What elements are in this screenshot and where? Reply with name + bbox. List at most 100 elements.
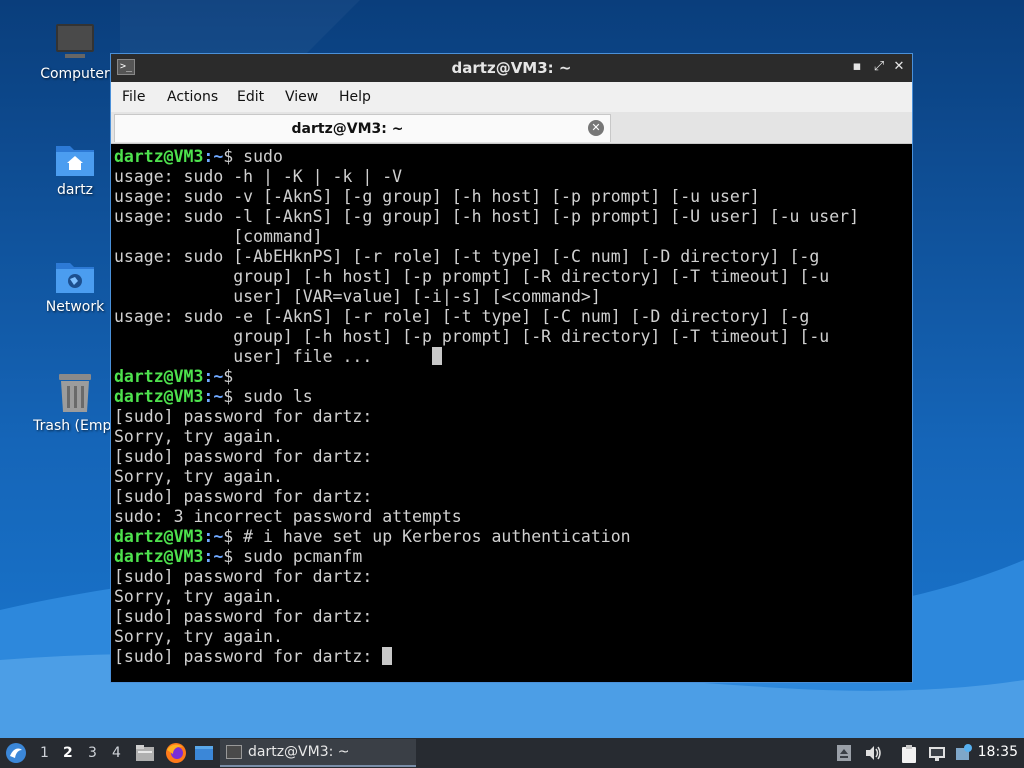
output-text: group] [-h host] [-p prompt] [-R directo… <box>114 267 830 286</box>
output-text: usage: sudo [-AbEHknPS] [-r role] [-t ty… <box>114 247 820 266</box>
window-titlebar[interactable]: >_ dartz@VM3: ~ ▪ ⤢ ✕ <box>111 54 912 82</box>
prompt-command: $ # i have set up Kerberos authenticatio… <box>223 527 631 546</box>
menu-file[interactable]: File <box>122 89 145 105</box>
terminal-output-line: sudo: 3 incorrect password attempts <box>114 507 912 527</box>
output-text: usage: sudo -e [-AknS] [-r role] [-t typ… <box>114 307 810 326</box>
workspace-3[interactable]: 3 <box>88 745 97 761</box>
terminal-output-line: [sudo] password for dartz: <box>114 447 912 467</box>
volume-icon[interactable] <box>864 744 882 762</box>
menu-help[interactable]: Help <box>339 89 371 105</box>
window-title: dartz@VM3: ~ <box>451 59 572 77</box>
prompt-path: :~ <box>203 147 224 166</box>
terminal-prompt-line: dartz@VM3:~$ sudo <box>114 147 912 167</box>
prompt-path: :~ <box>203 527 224 546</box>
home-folder-icon <box>56 146 94 176</box>
output-text: Sorry, try again. <box>114 627 283 646</box>
prompt-command: $ sudo pcmanfm <box>223 547 363 566</box>
prompt-path: :~ <box>203 547 224 566</box>
output-text: Sorry, try again. <box>114 427 283 446</box>
tab-bar: dartz@VM3: ~ ✕ <box>111 112 912 144</box>
prompt-path: :~ <box>203 367 224 386</box>
terminal-output-line: [command] <box>114 227 912 247</box>
terminal-prompt-line: dartz@VM3:~$ # i have set up Kerberos au… <box>114 527 912 547</box>
menu-edit[interactable]: Edit <box>237 89 264 105</box>
close-button[interactable]: ✕ <box>890 58 908 76</box>
output-text: [sudo] password for dartz: <box>114 487 373 506</box>
output-text: group] [-h host] [-p prompt] [-R directo… <box>114 327 830 346</box>
lubuntu-start-icon[interactable] <box>5 742 27 764</box>
prompt-command: $ <box>223 367 234 386</box>
terminal-prompt-line: dartz@VM3:~$ <box>114 367 912 387</box>
terminal-output-line: Sorry, try again. <box>114 467 912 487</box>
terminal-output-line: [sudo] password for dartz: <box>114 487 912 507</box>
output-text: [sudo] password for dartz: <box>114 607 373 626</box>
workspace-2[interactable]: 2 <box>63 745 73 761</box>
terminal-prompt-line: dartz@VM3:~$ sudo ls <box>114 387 912 407</box>
terminal-output-line: [sudo] password for dartz: <box>114 607 912 627</box>
terminal-output-line: user] [VAR=value] [-i|-s] [<command>] <box>114 287 912 307</box>
terminal-output[interactable]: dartz@VM3:~$ sudo usage: sudo -h | -K | -… <box>114 147 912 682</box>
output-text: [sudo] password for dartz: <box>114 647 383 666</box>
network-icon[interactable] <box>927 744 947 762</box>
terminal-output-line: [sudo] password for dartz: <box>114 567 912 587</box>
terminal-prompt-line: dartz@VM3:~$ sudo pcmanfm <box>114 547 912 567</box>
terminal-output-line: user] file ... <box>114 347 912 367</box>
show-desktop-icon[interactable] <box>194 744 214 762</box>
output-text: Sorry, try again. <box>114 467 283 486</box>
output-text: usage: sudo -v [-AknS] [-g group] [-h ho… <box>114 187 760 206</box>
prompt-command: $ sudo <box>223 147 283 166</box>
output-text: sudo: 3 incorrect password attempts <box>114 507 462 526</box>
text-cursor <box>382 647 393 665</box>
firefox-icon[interactable] <box>165 742 187 764</box>
clock: 18:35 <box>977 744 1018 760</box>
minimize-button[interactable]: ▪ <box>848 58 866 76</box>
output-text: [sudo] password for dartz: <box>114 447 373 466</box>
terminal-window[interactable]: >_ dartz@VM3: ~ ▪ ⤢ ✕ File Actions Edit … <box>110 53 913 683</box>
terminal-output-line: usage: sudo -v [-AknS] [-g group] [-h ho… <box>114 187 912 207</box>
maximize-button[interactable]: ⤢ <box>870 58 888 76</box>
eject-icon[interactable] <box>836 744 852 762</box>
taskbar-item-terminal[interactable]: dartz@VM3: ~ <box>220 739 416 767</box>
tab-terminal[interactable]: dartz@VM3: ~ ✕ <box>114 114 611 142</box>
terminal-icon <box>226 745 242 759</box>
clipboard-icon[interactable] <box>900 744 918 764</box>
menu-view[interactable]: View <box>285 89 318 105</box>
prompt-user: dartz@VM3 <box>114 547 204 566</box>
text-cursor <box>431 347 442 365</box>
desktop: Computer dartz Network Trash (Empt >_ da… <box>0 0 1024 738</box>
terminal-output-line: Sorry, try again. <box>114 427 912 447</box>
taskbar: 1 2 3 4 dartz@VM3: ~ 18:35 <box>0 738 1024 768</box>
terminal-output-line: usage: sudo -l [-AknS] [-g group] [-h ho… <box>114 207 912 227</box>
output-text: [sudo] password for dartz: <box>114 567 373 586</box>
terminal-output-line: Sorry, try again. <box>114 627 912 647</box>
file-manager-icon[interactable] <box>135 744 155 762</box>
prompt-user: dartz@VM3 <box>114 147 204 166</box>
terminal-output-line: group] [-h host] [-p prompt] [-R directo… <box>114 267 912 287</box>
prompt-user: dartz@VM3 <box>114 527 204 546</box>
prompt-command: $ sudo ls <box>223 387 313 406</box>
prompt-user: dartz@VM3 <box>114 387 204 406</box>
output-text: user] [VAR=value] [-i|-s] [<command>] <box>114 287 601 306</box>
output-text: [command] <box>114 227 323 246</box>
terminal-output-line: [sudo] password for dartz: <box>114 407 912 427</box>
workspace-1[interactable]: 1 <box>40 745 49 761</box>
tab-label: dartz@VM3: ~ <box>291 121 404 137</box>
output-text: Sorry, try again. <box>114 587 283 606</box>
terminal-output-line: [sudo] password for dartz: <box>114 647 912 667</box>
output-text: usage: sudo -l [-AknS] [-g group] [-h ho… <box>114 207 860 226</box>
terminal-output-line: usage: sudo -h | -K | -k | -V <box>114 167 912 187</box>
network-folder-icon <box>56 263 94 293</box>
prompt-path: :~ <box>203 387 224 406</box>
terminal-output-line: usage: sudo [-AbEHknPS] [-r role] [-t ty… <box>114 247 912 267</box>
taskbar-item-label: dartz@VM3: ~ <box>248 744 350 760</box>
workspace-4[interactable]: 4 <box>112 745 121 761</box>
prompt-user: dartz@VM3 <box>114 367 204 386</box>
tab-close-icon[interactable]: ✕ <box>588 120 604 136</box>
trash-icon <box>59 374 91 412</box>
update-notifier-icon[interactable] <box>954 744 972 762</box>
output-text: [sudo] password for dartz: <box>114 407 373 426</box>
menu-bar: File Actions Edit View Help <box>111 82 912 112</box>
terminal-output-line: usage: sudo -e [-AknS] [-r role] [-t typ… <box>114 307 912 327</box>
menu-actions[interactable]: Actions <box>167 89 218 105</box>
computer-icon <box>56 24 94 58</box>
